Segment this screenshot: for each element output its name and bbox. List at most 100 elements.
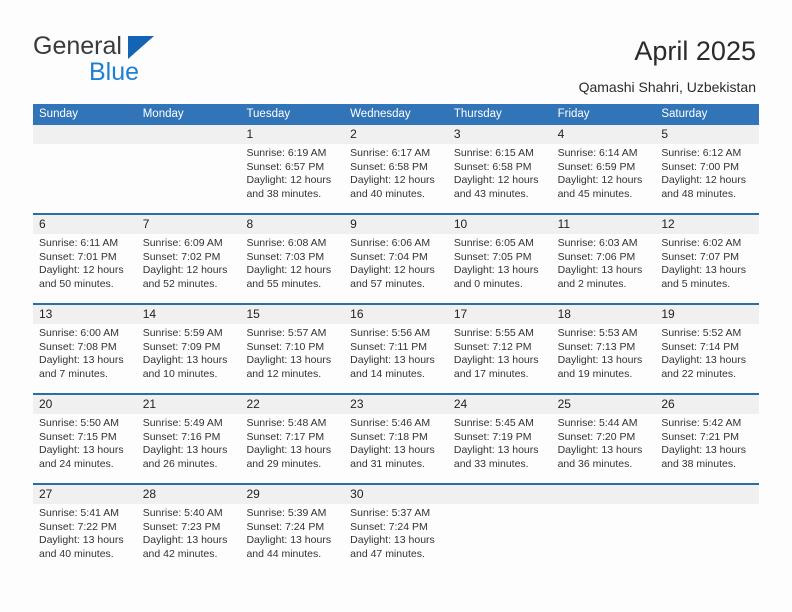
day-number[interactable]: 18	[552, 305, 656, 324]
day-detail-line: Sunrise: 5:50 AM	[39, 417, 119, 429]
day-number[interactable]: 25	[552, 395, 656, 414]
day-number[interactable]: 1	[240, 125, 344, 144]
day-cell[interactable]: Sunrise: 5:50 AM Sunset: 7:15 PM Daylight:…	[33, 414, 137, 483]
day-number[interactable]: 16	[344, 305, 448, 324]
day-number[interactable]: 27	[33, 485, 137, 504]
day-cell[interactable]: Sunrise: 5:41 AM Sunset: 7:22 PM Daylight:…	[33, 504, 137, 573]
day-detail-line: Daylight: 13 hours	[246, 534, 332, 547]
day-number[interactable]: 12	[655, 215, 759, 234]
day-detail-line: Sunrise: 6:19 AM	[246, 147, 327, 159]
day-number[interactable]: 28	[137, 485, 241, 504]
weekday-header-wednesday: Wednesday	[350, 108, 411, 120]
day-cell[interactable]: Sunrise: 5:53 AM Sunset: 7:13 PM Daylight:…	[552, 324, 656, 393]
calendar-week-row: 13 14 15 16 17 18 19 Sunrise: 6:00 AM Sunset: 7:…	[33, 303, 759, 393]
day-number[interactable]: 17	[448, 305, 552, 324]
day-number[interactable]: 10	[448, 215, 552, 234]
day-cell[interactable]: Sunrise: 6:06 AM Sunset: 7:04 PM Daylight:…	[344, 234, 448, 303]
day-number[interactable]: 11	[552, 215, 656, 234]
day-detail-line: Sunset: 7:19 PM	[453, 430, 532, 443]
day-cell-empty	[33, 144, 137, 213]
day-detail-line: Sunrise: 6:03 AM	[557, 237, 638, 249]
day-detail-line: and 57 minutes.	[350, 277, 425, 290]
day-detail-line: Daylight: 13 hours	[142, 354, 228, 367]
day-detail-line: Sunset: 7:01 PM	[39, 250, 117, 263]
day-cell[interactable]: Sunrise: 5:49 AM Sunset: 7:16 PM Daylight:…	[137, 414, 241, 483]
day-detail-line: and 52 minutes.	[142, 277, 218, 290]
day-number[interactable]: 4	[552, 125, 656, 144]
day-cell[interactable]: Sunrise: 5:44 AM Sunset: 7:20 PM Daylight:…	[552, 414, 656, 483]
day-cell[interactable]: Sunrise: 5:48 AM Sunset: 7:17 PM Daylight:…	[240, 414, 344, 483]
day-number[interactable]: 2	[344, 125, 448, 144]
day-detail-line: Daylight: 12 hours	[39, 264, 124, 277]
day-number[interactable]: 23	[344, 395, 448, 414]
day-detail-line: Daylight: 13 hours	[453, 444, 539, 457]
day-cell[interactable]: Sunrise: 5:40 AM Sunset: 7:23 PM Daylight:…	[137, 504, 241, 573]
day-cell[interactable]: Sunrise: 5:57 AM Sunset: 7:10 PM Daylight:…	[240, 324, 344, 393]
day-cell[interactable]: Sunrise: 5:52 AM Sunset: 7:14 PM Daylight:…	[655, 324, 759, 393]
day-detail-line: Daylight: 13 hours	[350, 444, 435, 457]
day-detail-line: Sunrise: 6:12 AM	[661, 147, 742, 159]
day-number[interactable]: 20	[33, 395, 137, 414]
day-number[interactable]: 21	[137, 395, 241, 414]
day-number[interactable]: 8	[240, 215, 344, 234]
day-number[interactable]: 7	[137, 215, 241, 234]
day-cell[interactable]: Sunrise: 6:14 AM Sunset: 6:59 PM Daylight:…	[552, 144, 656, 213]
day-cell[interactable]: Sunrise: 6:03 AM Sunset: 7:06 PM Daylight:…	[552, 234, 656, 303]
day-number[interactable]: 6	[33, 215, 137, 234]
day-cell[interactable]: Sunrise: 6:08 AM Sunset: 7:03 PM Daylight:…	[240, 234, 344, 303]
day-cell[interactable]: Sunrise: 5:55 AM Sunset: 7:12 PM Daylight:…	[448, 324, 552, 393]
day-cell[interactable]: Sunrise: 6:17 AM Sunset: 6:58 PM Daylight:…	[344, 144, 448, 213]
day-detail-line: and 38 minutes.	[661, 457, 737, 470]
day-cell[interactable]: Sunrise: 6:09 AM Sunset: 7:02 PM Daylight:…	[137, 234, 241, 303]
day-cell[interactable]: Sunrise: 5:46 AM Sunset: 7:18 PM Daylight:…	[344, 414, 448, 483]
calendar-week-row: 1 2 3 4 5 Sunrise: 6:19 AM Sunset: 6:57 PM Dayl…	[33, 125, 759, 213]
day-detail-line: Daylight: 13 hours	[557, 354, 643, 367]
week-daynumber-band: 12345	[33, 125, 759, 144]
day-cell[interactable]: Sunrise: 6:05 AM Sunset: 7:05 PM Daylight:…	[448, 234, 552, 303]
day-cell[interactable]: Sunrise: 6:19 AM Sunset: 6:57 PM Daylight:…	[240, 144, 344, 213]
day-detail-line: Sunrise: 5:49 AM	[142, 417, 223, 429]
day-detail-line: Daylight: 13 hours	[557, 444, 643, 457]
day-detail-line: Daylight: 12 hours	[557, 174, 643, 187]
page-title: April 2025	[634, 36, 756, 66]
day-detail-line: Daylight: 13 hours	[661, 264, 746, 277]
day-detail-line: Sunrise: 5:57 AM	[246, 327, 327, 339]
calendar-week-row: 6 7 8 9 10 11 12 Sunrise: 6:11 AM Sunset: 7:01 P…	[33, 213, 759, 303]
day-number[interactable]: 26	[655, 395, 759, 414]
day-cell[interactable]: Sunrise: 5:59 AM Sunset: 7:09 PM Daylight:…	[137, 324, 241, 393]
day-cell[interactable]: Sunrise: 5:56 AM Sunset: 7:11 PM Daylight:…	[344, 324, 448, 393]
day-detail-line: Sunrise: 5:55 AM	[453, 327, 534, 339]
day-cell[interactable]: Sunrise: 5:39 AM Sunset: 7:24 PM Daylight:…	[240, 504, 344, 573]
day-number[interactable]: 24	[448, 395, 552, 414]
day-cell-empty	[655, 504, 759, 573]
day-number[interactable]: 29	[240, 485, 344, 504]
calendar-page: General Blue April 2025 Qamashi Shahri, …	[0, 0, 792, 612]
day-number[interactable]: 15	[240, 305, 344, 324]
day-cell[interactable]: Sunrise: 6:02 AM Sunset: 7:07 PM Daylight:…	[655, 234, 759, 303]
day-number[interactable]: 5	[655, 125, 759, 144]
day-number-empty	[448, 485, 552, 504]
day-number[interactable]: 30	[344, 485, 448, 504]
day-cell[interactable]: Sunrise: 6:15 AM Sunset: 6:58 PM Daylight:…	[448, 144, 552, 213]
day-detail-line: Daylight: 13 hours	[246, 354, 332, 367]
day-detail-line: Daylight: 12 hours	[661, 174, 746, 187]
day-number[interactable]: 9	[344, 215, 448, 234]
day-detail-line: and 45 minutes.	[557, 187, 633, 200]
day-number[interactable]: 19	[655, 305, 759, 324]
day-number[interactable]: 3	[448, 125, 552, 144]
day-detail-line: Daylight: 12 hours	[142, 264, 228, 277]
day-cell[interactable]: Sunrise: 6:12 AM Sunset: 7:00 PM Daylight:…	[655, 144, 759, 213]
day-detail-line: Sunset: 7:10 PM	[246, 340, 325, 353]
day-cell[interactable]: Sunrise: 5:37 AM Sunset: 7:24 PM Daylight:…	[344, 504, 448, 573]
day-number[interactable]: 14	[137, 305, 241, 324]
day-cell[interactable]: Sunrise: 6:11 AM Sunset: 7:01 PM Daylight:…	[33, 234, 137, 303]
day-number-empty	[552, 485, 656, 504]
day-number[interactable]: 22	[240, 395, 344, 414]
day-detail-line: Sunset: 7:03 PM	[246, 250, 325, 263]
day-number[interactable]: 13	[33, 305, 137, 324]
day-detail-line: Sunrise: 6:15 AM	[453, 147, 534, 159]
day-cell[interactable]: Sunrise: 5:45 AM Sunset: 7:19 PM Daylight:…	[448, 414, 552, 483]
page-header: General Blue April 2025 Qamashi Shahri, …	[0, 0, 792, 102]
day-cell[interactable]: Sunrise: 5:42 AM Sunset: 7:21 PM Daylight:…	[655, 414, 759, 483]
day-cell[interactable]: Sunrise: 6:00 AM Sunset: 7:08 PM Daylight:…	[33, 324, 137, 393]
